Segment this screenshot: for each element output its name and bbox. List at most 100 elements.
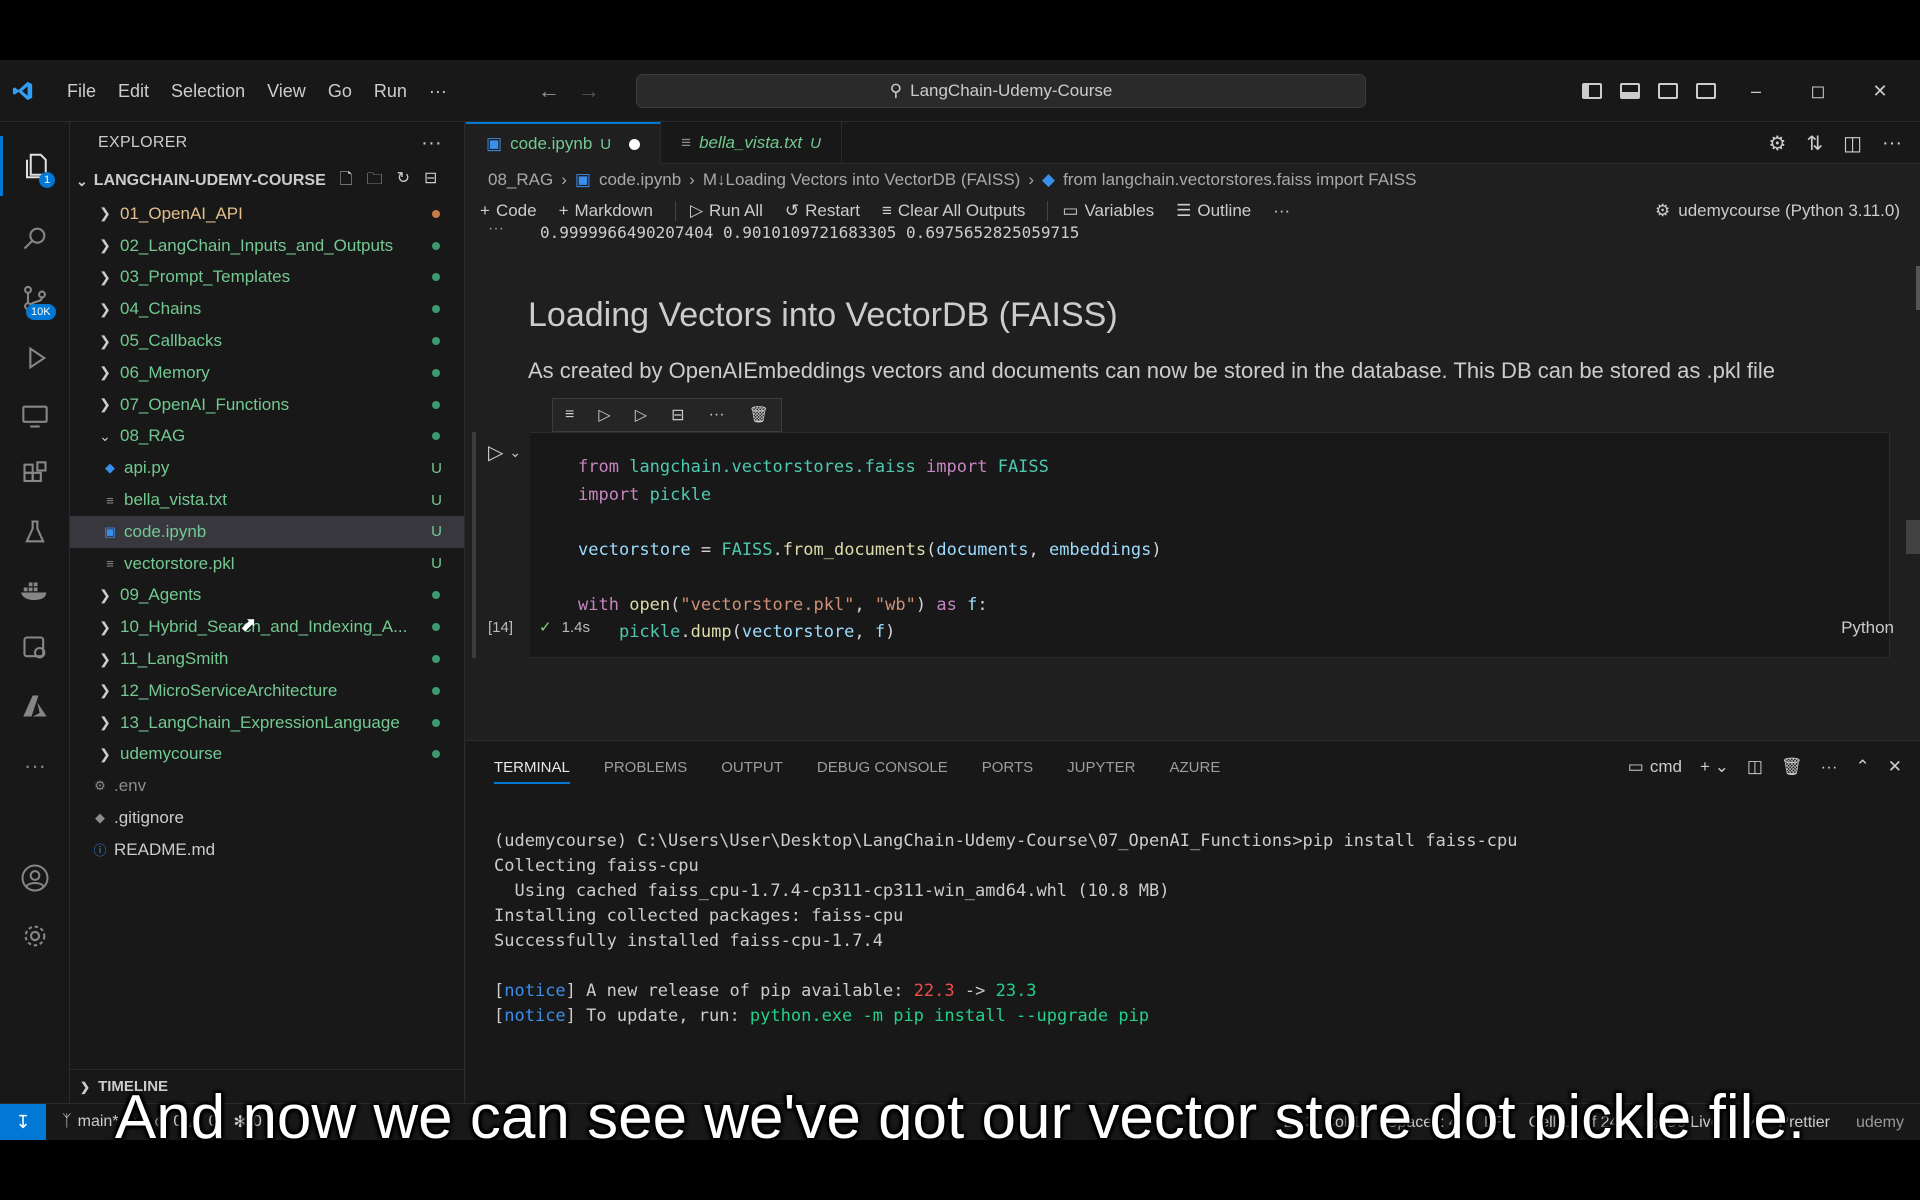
explorer-icon[interactable]: 1 [0, 136, 70, 196]
tree-folder-08[interactable]: ⌄ 08_RAG [70, 421, 464, 453]
workspace-root[interactable]: ⌄ LANGCHAIN-UDEMY-COURSE 🗋 🗀 ↻ ⊟ [70, 164, 464, 198]
forward-arrow-icon[interactable]: → [578, 78, 600, 104]
tree-folder-03[interactable]: ❯ 03_Prompt_Templates [70, 262, 464, 294]
toggle-secondary-sidebar-icon[interactable] [1658, 83, 1678, 99]
tree-folder-udemycourse[interactable]: ❯ udemycourse [70, 739, 464, 771]
tab-ports[interactable]: PORTS [982, 759, 1033, 776]
azure-icon[interactable] [0, 676, 70, 736]
toggle-sidebar-icon[interactable] [1582, 83, 1602, 99]
cell-more-icon[interactable]: ··· [709, 406, 725, 424]
breadcrumb-section[interactable]: M↓Loading Vectors into VectorDB (FAISS) [703, 170, 1020, 190]
tree-file-env[interactable]: ⚙ .env [70, 770, 464, 802]
toolbar-more-icon[interactable]: ··· [1273, 201, 1290, 221]
run-debug-icon[interactable] [0, 328, 70, 388]
command-center-search[interactable]: ⚲ LangChain-Udemy-Course [636, 74, 1366, 108]
execute-above-icon[interactable]: ≡ [565, 406, 574, 424]
close-window-icon[interactable]: ✕ [1858, 81, 1902, 102]
run-all-button[interactable]: ▷ Run All [690, 201, 763, 221]
kill-terminal-icon[interactable]: 🗑 [1781, 757, 1803, 777]
notebook-settings-gear-icon[interactable]: ⚙ [1768, 131, 1786, 156]
tab-code-ipynb[interactable]: ▣ code.ipynb U [466, 122, 662, 164]
menu-view[interactable]: View [256, 60, 317, 122]
outline-button[interactable]: ☰ Outline [1176, 201, 1251, 221]
delete-cell-icon[interactable]: 🗑 [749, 405, 769, 425]
refresh-icon[interactable]: ↻ [397, 168, 410, 195]
docker-icon[interactable] [0, 560, 70, 620]
open-changes-icon[interactable]: ⇅ [1806, 131, 1823, 156]
source-control-icon[interactable]: 10K [0, 268, 70, 328]
more-views-icon[interactable]: ··· [0, 736, 70, 796]
tree-file-bella-vista[interactable]: ≡ bella_vista.txt U [70, 484, 464, 516]
breadcrumb-cell[interactable]: from langchain.vectorstores.faiss import… [1063, 170, 1416, 190]
terminal-output[interactable]: (udemycourse) C:\Users\User\Desktop\Lang… [494, 829, 1518, 1029]
editor-more-icon[interactable]: ··· [1882, 132, 1902, 155]
menu-file[interactable]: File [56, 60, 107, 122]
remote-settings-icon[interactable] [0, 618, 70, 678]
extensions-icon[interactable] [0, 444, 70, 504]
tab-debug-console[interactable]: DEBUG CONSOLE [817, 759, 948, 776]
code-editor[interactable]: from langchain.vectorstores.faiss import… [578, 454, 1162, 647]
tab-problems[interactable]: PROBLEMS [604, 759, 687, 776]
menu-go[interactable]: Go [317, 60, 363, 122]
restart-button[interactable]: ↺ Restart [785, 201, 860, 221]
tree-folder-10[interactable]: ❯ 10_Hybrid_Search_and_Indexing_A... [70, 611, 464, 643]
cell-language[interactable]: Python [1841, 618, 1894, 638]
collapse-all-icon[interactable]: ⊟ [424, 168, 437, 195]
add-markdown-cell-button[interactable]: + Markdown [559, 201, 653, 221]
tree-file-readme[interactable]: ⓘ README.md [70, 834, 464, 866]
remote-explorer-icon[interactable] [0, 386, 70, 446]
breadcrumb-folder[interactable]: 08_RAG [488, 170, 553, 190]
tree-folder-09[interactable]: ❯ 09_Agents [70, 580, 464, 612]
tree-folder-12[interactable]: ❯ 12_MicroServiceArchitecture [70, 675, 464, 707]
tab-azure[interactable]: AZURE [1170, 759, 1221, 776]
minimize-icon[interactable]: – [1734, 81, 1778, 102]
new-file-icon[interactable]: 🗋 [340, 168, 353, 195]
tree-file-code-ipynb[interactable]: ▣ code.ipynb U [70, 515, 464, 548]
tree-folder-11[interactable]: ❯ 11_LangSmith [70, 643, 464, 675]
tree-folder-01[interactable]: ❯ 01_OpenAI_API [70, 198, 464, 230]
add-code-cell-button[interactable]: + Code [480, 201, 537, 221]
kernel-picker[interactable]: ⚙ udemycourse (Python 3.11.0) [1655, 196, 1900, 226]
new-terminal-plus-icon[interactable]: + ⌄ [1700, 757, 1729, 777]
settings-gear-icon[interactable] [0, 906, 70, 966]
execute-below-icon[interactable]: ▷ [635, 405, 647, 425]
menu-run[interactable]: Run [363, 60, 418, 122]
explorer-more-icon[interactable]: ··· [421, 132, 442, 155]
tab-jupyter[interactable]: JUPYTER [1067, 759, 1135, 776]
variables-button[interactable]: ▭ Variables [1062, 201, 1154, 221]
unsaved-dot-icon[interactable] [629, 138, 641, 150]
split-terminal-icon[interactable]: ◫ [1747, 757, 1763, 777]
tree-file-api[interactable]: ◆ api.py U [70, 452, 464, 484]
toggle-panel-icon[interactable] [1620, 83, 1640, 99]
execute-cell-below-icon[interactable]: ▷ [598, 405, 610, 425]
tab-output[interactable]: OUTPUT [721, 759, 783, 776]
search-icon[interactable] [0, 208, 70, 268]
tree-folder-07[interactable]: ❯ 07_OpenAI_Functions [70, 389, 464, 421]
close-panel-icon[interactable]: ✕ [1888, 757, 1902, 777]
menu-selection[interactable]: Selection [160, 60, 256, 122]
customize-layout-icon[interactable] [1696, 83, 1716, 99]
tree-folder-04[interactable]: ❯ 04_Chains [70, 293, 464, 325]
maximize-icon[interactable]: ◻ [1796, 81, 1840, 102]
accounts-icon[interactable] [0, 848, 70, 908]
tab-bella-vista[interactable]: ≡ bella_vista.txt U [661, 122, 842, 164]
tree-folder-06[interactable]: ❯ 06_Memory [70, 357, 464, 389]
back-arrow-icon[interactable]: ← [538, 78, 560, 104]
menu-more[interactable]: ··· [418, 60, 458, 122]
terminal-shell-selector[interactable]: ▭ cmd [1628, 757, 1682, 777]
tree-file-vectorstore[interactable]: ≡ vectorstore.pkl U [70, 548, 464, 580]
clear-outputs-button[interactable]: ≡ Clear All Outputs [882, 201, 1025, 221]
panel-more-icon[interactable]: ··· [1821, 757, 1838, 777]
split-editor-icon[interactable]: ◫ [1843, 131, 1862, 156]
scrollbar-thumb[interactable] [1906, 520, 1920, 554]
tab-terminal[interactable]: TERMINAL [494, 759, 570, 784]
tree-folder-13[interactable]: ❯ 13_LangChain_ExpressionLanguage [70, 707, 464, 739]
tree-folder-02[interactable]: ❯ 02_LangChain_Inputs_and_Outputs [70, 230, 464, 262]
tree-file-gitignore[interactable]: ◆ .gitignore [70, 802, 464, 834]
menu-edit[interactable]: Edit [107, 60, 160, 122]
maximize-panel-icon[interactable]: ⌃ [1856, 757, 1870, 777]
output-more-icon[interactable]: ··· [488, 226, 504, 238]
testing-icon[interactable] [0, 502, 70, 562]
breadcrumb-file[interactable]: code.ipynb [599, 170, 681, 190]
new-folder-icon[interactable]: 🗀 [367, 168, 383, 195]
